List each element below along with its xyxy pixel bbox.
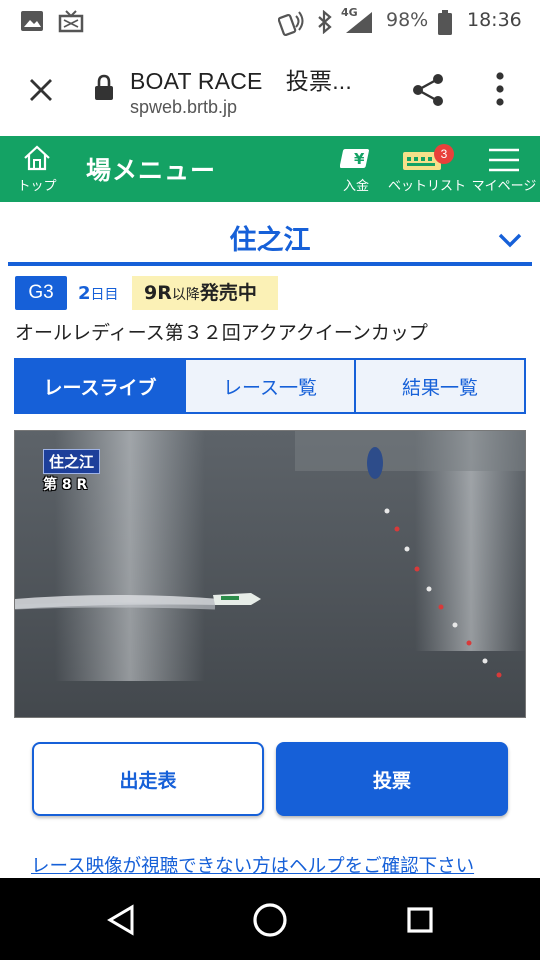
nav-mypage-label: マイページ — [471, 179, 537, 194]
nav-mypage[interactable]: マイページ — [470, 136, 538, 202]
battery-icon — [438, 10, 452, 35]
page-title: BOAT RACE 投票... — [130, 68, 352, 94]
tab-results[interactable]: 結果一覧 — [354, 360, 524, 412]
betlist-count-badge: 3 — [434, 144, 454, 164]
battery-percent: 98% — [386, 9, 429, 31]
nav-betlist-label: ベットリスト — [388, 179, 467, 194]
vote-button[interactable]: 投票 — [276, 742, 508, 816]
nav-top[interactable]: トップ — [12, 136, 62, 202]
venue-menu-title: 場メニュー — [86, 156, 217, 185]
chevron-down-icon[interactable] — [498, 232, 522, 248]
status-bar: 4G 98% 18:36 — [0, 0, 540, 44]
android-nav-bar — [0, 878, 540, 960]
sale-status: 発売中 — [199, 282, 257, 304]
more-icon[interactable] — [494, 72, 506, 106]
lock-icon — [95, 74, 113, 100]
nfc-icon — [278, 11, 304, 36]
tab-race-list[interactable]: レース一覧 — [184, 360, 354, 412]
signal-icon — [346, 12, 372, 33]
video-help-link[interactable]: レース映像が視聴できない方はヘルプをご確認下さい — [31, 852, 474, 878]
image-icon — [21, 11, 43, 31]
browser-toolbar: BOAT RACE 投票... spweb.brtb.jp — [0, 44, 540, 136]
race-tabs: レースライブ レース一覧 結果一覧 — [14, 358, 526, 414]
race-live-video[interactable]: 住之江 第 8 R — [14, 430, 526, 718]
home-button-icon[interactable] — [252, 902, 288, 938]
share-icon[interactable] — [410, 72, 446, 108]
video-venue-overlay: 住之江 — [43, 449, 101, 474]
sale-race: 9R — [144, 282, 172, 304]
sale-mid: 以降 — [171, 287, 200, 303]
nav-deposit-label: 入金 — [342, 179, 369, 194]
tab-race-live[interactable]: レースライブ — [16, 360, 184, 412]
video-frame — [15, 431, 525, 717]
grade-badge: G3 — [15, 276, 67, 310]
clock: 18:36 — [467, 9, 522, 31]
nav-betlist[interactable]: ベットリスト — [388, 136, 467, 202]
race-title: オールレディース第３２回アクアクイーンカップ — [15, 322, 428, 344]
venue-nav-bar: トップ 場メニュー ¥ 入金 ベットリスト 3 マイページ — [0, 136, 540, 202]
page-url[interactable]: spweb.brtb.jp — [130, 97, 237, 118]
back-icon[interactable] — [106, 904, 136, 936]
home-icon — [24, 145, 50, 171]
svg-text:¥: ¥ — [354, 150, 365, 168]
venue-name: 住之江 — [229, 225, 311, 256]
recents-icon[interactable] — [406, 906, 434, 934]
deposit-icon: ¥ — [340, 149, 369, 168]
sale-status-badge: 9R以降発売中 — [132, 276, 278, 310]
menu-icon — [489, 148, 519, 172]
close-icon[interactable] — [28, 77, 54, 103]
race-day-unit: 日目 — [90, 287, 119, 303]
tv-icon — [58, 10, 84, 33]
venue-selector[interactable]: 住之江 — [8, 204, 532, 266]
race-day-number: 2 — [78, 283, 91, 304]
bluetooth-icon — [318, 10, 332, 34]
nav-top-label: トップ — [17, 179, 57, 194]
race-card-button[interactable]: 出走表 — [32, 742, 264, 816]
race-day: 2日目 — [78, 283, 119, 304]
video-race-overlay: 第 8 R — [43, 477, 88, 493]
nav-deposit[interactable]: ¥ 入金 — [334, 136, 378, 202]
